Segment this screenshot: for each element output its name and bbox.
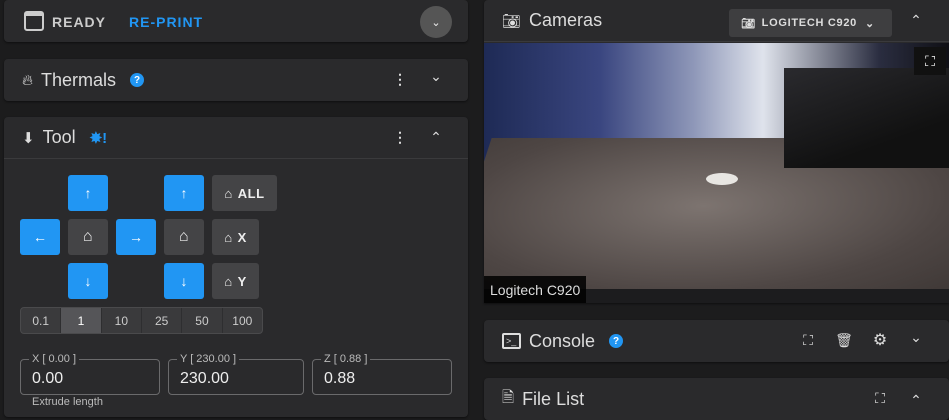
step-size-toggle: 0.1 1 10 25 50 100 — [20, 307, 263, 334]
status-card: READY RE-PRINT ⌄ — [4, 0, 468, 42]
thermals-title: Thermals — [41, 69, 117, 90]
motor-warning-icon[interactable]: ✸! — [90, 129, 108, 147]
home-icon: ⌂ — [224, 273, 233, 289]
help-icon[interactable]: ? — [130, 73, 145, 87]
file-list-title: File List — [522, 388, 585, 409]
tool-header: ⬇︎ Tool ✸! ⋮ ⌃ — [4, 117, 468, 159]
status-text: READY — [52, 14, 107, 30]
step-option-selected[interactable]: 1 — [61, 308, 102, 333]
fullscreen-button[interactable]: ⛶ — [914, 47, 946, 75]
jog-z-plus-button[interactable]: ↑ — [164, 175, 204, 211]
home-icon: ⌂ — [224, 185, 233, 201]
tool-icon: ⬇︎ — [22, 129, 35, 147]
z-position-field[interactable]: Z [ 0.88 ] 0.88 — [312, 353, 452, 395]
chevron-up-icon[interactable]: ⌃ — [904, 12, 928, 29]
trash-icon[interactable]: 🗑︎ — [832, 332, 856, 349]
step-option[interactable]: 10 — [102, 308, 142, 333]
home-y-button[interactable]: ⌂ Y — [212, 263, 259, 299]
home-all-button[interactable]: ⌂ ALL — [212, 175, 277, 211]
jog-y-minus-button[interactable]: ↓ — [68, 263, 108, 299]
gear-icon[interactable]: ⚙ — [868, 330, 892, 350]
extrude-length-label: Extrude length — [32, 396, 103, 408]
chevron-down-icon: ⌄ — [431, 16, 441, 29]
cameras-title: Cameras — [529, 10, 603, 30]
step-option[interactable]: 25 — [142, 308, 183, 333]
camera-icon: 📷︎ — [502, 12, 522, 30]
jog-x-minus-button[interactable]: ← — [20, 219, 60, 255]
cameras-card: 📷︎ Cameras 📷︎ LOGITECH C920 ⌄ ⌃ ⛶ Logitech… — [484, 0, 949, 303]
file-list-card: 🗎︎ File List ⛶ ⌃ — [484, 378, 949, 420]
home-x-button[interactable]: ⌂ X — [212, 219, 259, 255]
fullscreen-icon[interactable]: ⛶ — [796, 332, 820, 349]
chevron-down-icon[interactable]: ⌄ — [904, 329, 928, 346]
camera-name-overlay: Logitech C920 — [484, 276, 587, 303]
menu-dots-icon[interactable]: ⋮ — [388, 71, 412, 88]
jog-z-minus-button[interactable]: ↓ — [164, 263, 204, 299]
jog-y-plus-button[interactable]: ↑ — [68, 175, 108, 211]
step-option[interactable]: 100 — [223, 308, 262, 333]
home-xy-button[interactable]: ⌂ — [68, 219, 108, 255]
chevron-up-icon[interactable]: ⌃ — [424, 129, 448, 146]
chevron-down-icon[interactable]: ⌄ — [424, 68, 448, 85]
reprint-button[interactable]: RE-PRINT — [129, 14, 203, 30]
home-z-button[interactable]: ⌂ — [164, 219, 204, 255]
thermals-card: 🔥︎ Thermals ? ⋮ ⌄ — [4, 59, 468, 101]
console-card: >_ Console ? ⛶ 🗑︎ ⚙ ⌄ — [484, 320, 949, 362]
console-title: Console — [529, 330, 596, 351]
expand-button[interactable]: ⌄ — [420, 6, 452, 38]
step-option[interactable]: 50 — [182, 308, 223, 333]
home-icon: ⌂ — [224, 229, 233, 245]
jog-x-plus-button[interactable]: → — [116, 219, 156, 255]
camera-select[interactable]: 📷︎ LOGITECH C920 ⌄ — [729, 9, 892, 37]
camera-feed: ⛶ Logitech C920 — [484, 43, 949, 303]
console-icon: >_ — [502, 333, 521, 349]
tool-title: Tool — [42, 127, 76, 147]
chevron-down-icon: ⌄ — [864, 17, 875, 30]
step-option[interactable]: 0.1 — [21, 308, 62, 333]
printer-icon — [24, 11, 44, 31]
y-position-field[interactable]: Y [ 230.00 ] 230.00 — [168, 353, 304, 395]
menu-dots-icon[interactable]: ⋮ — [388, 129, 412, 146]
x-position-field[interactable]: X [ 0.00 ] 0.00 — [20, 353, 160, 395]
help-icon[interactable]: ? — [609, 334, 624, 348]
camera-icon: 📷︎ — [741, 17, 756, 30]
fire-icon: 🔥︎ — [22, 71, 34, 89]
file-icon: 🗎︎ — [502, 388, 515, 406]
fullscreen-icon[interactable]: ⛶ — [868, 390, 892, 407]
